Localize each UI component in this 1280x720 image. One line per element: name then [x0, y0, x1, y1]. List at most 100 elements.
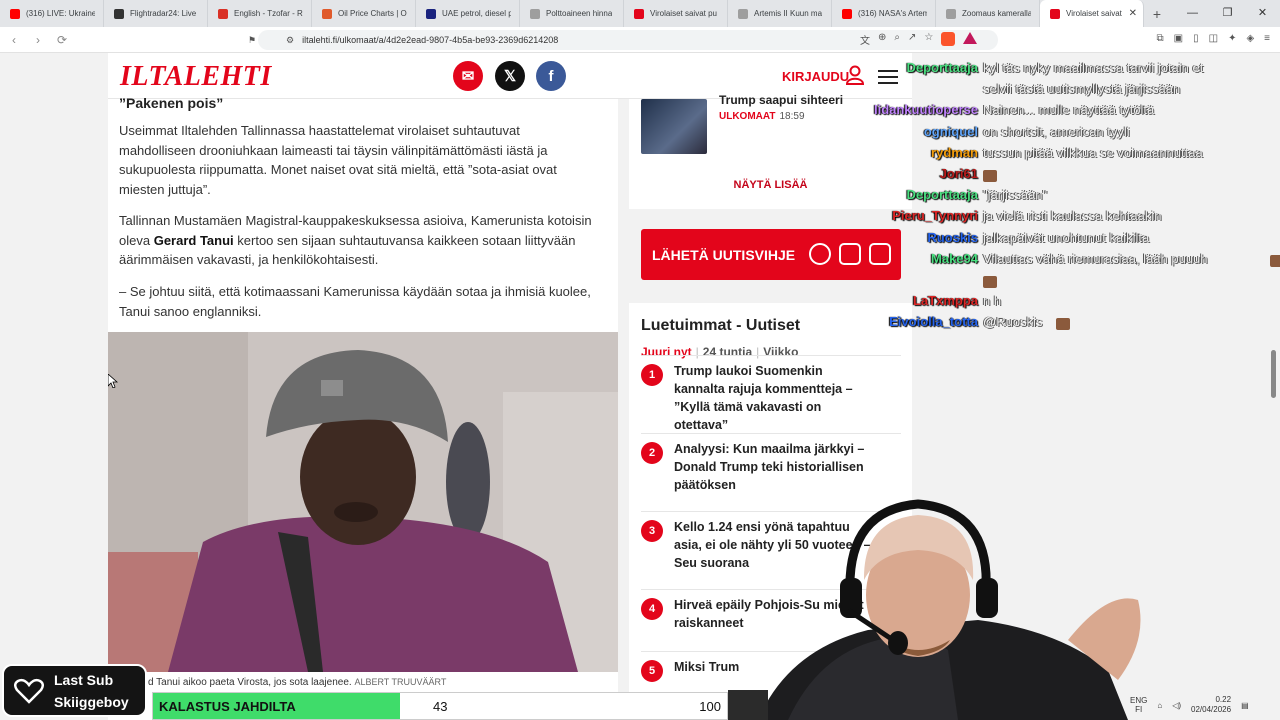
share-icon[interactable]: ↗ [908, 32, 916, 47]
reload-icon[interactable]: ⟳ [52, 33, 72, 47]
goal-max: 100 [699, 699, 721, 714]
email-share-icon[interactable]: ✉ [453, 61, 483, 91]
chat-username[interactable]: Deporttaaja [906, 60, 978, 75]
login-link[interactable]: KIRJAUDU [782, 69, 849, 84]
tab-title: Virolaiset saivat [1066, 9, 1122, 18]
site-logo[interactable]: ILTALEHTI [120, 61, 272, 93]
translate-icon[interactable]: 文 [860, 32, 870, 47]
url-text[interactable]: iltalehti.fi/ulkomaat/a/4d2e2ead-9807-4b… [302, 35, 558, 45]
forward-icon[interactable]: › [28, 33, 48, 47]
menu-icon[interactable]: ≡ [1264, 33, 1270, 44]
leo-icon[interactable]: ✦ [1228, 33, 1236, 44]
most-read-headline[interactable]: Trump laukoi Suomenkin kannalta rajuja k… [674, 362, 874, 434]
article-paragraph-quote: – Se johtuu siitä, että kotimaassani Kam… [119, 284, 591, 319]
browser-tab[interactable]: Oil Price Charts | Oil [312, 0, 416, 27]
minimize-icon[interactable]: — [1175, 0, 1210, 27]
tab-favicon-icon [634, 8, 644, 19]
chat-message: Ruoskis jalkapäivät unohtunut kaikilta [846, 230, 1280, 251]
site-info-icon[interactable]: ⚙ [286, 35, 294, 46]
browser-tab[interactable]: UAE petrol, diesel p [416, 0, 520, 27]
most-read-item[interactable]: 1 Trump laukoi Suomenkin kannalta rajuja … [641, 355, 901, 432]
browser-tab[interactable]: Flightradar24: Live F [104, 0, 208, 27]
wallet-icon[interactable]: ◫ [1209, 33, 1218, 44]
chat-username[interactable]: Eivoiolla_totta [889, 314, 978, 329]
tab-title: Zoomaus kameralla [962, 9, 1031, 18]
new-tab-icon[interactable]: + [1144, 6, 1170, 22]
chat-username[interactable]: Deporttaaja [906, 187, 978, 202]
url-actions: 文 ⊕ ⌕ ↗ ☆ [860, 32, 978, 47]
article-photo[interactable] [108, 332, 618, 672]
tab-favicon-icon [946, 8, 956, 19]
bookmark-icon[interactable]: ⚑ [248, 35, 256, 46]
chat-text: kyl täs nyky maailmassa tarvii jotain et [983, 60, 1204, 75]
back-icon[interactable]: ‹ [4, 33, 24, 47]
news-category[interactable]: ULKOMAAT 18:59 [719, 111, 805, 122]
facebook-share-icon[interactable]: f [536, 61, 566, 91]
category-label[interactable]: ULKOMAAT [719, 111, 775, 122]
close-window-icon[interactable]: ✕ [1245, 0, 1280, 27]
tab-title: UAE petrol, diesel p [442, 9, 511, 18]
browser-tab[interactable]: Polttoaineen hinna [520, 0, 624, 27]
tab-strip: (316) LIVE: Ukraine Flightradar24: Live F… [0, 0, 1280, 27]
chat-emote-icon [983, 170, 997, 182]
last-sub-name: Skiiggeboy [54, 694, 129, 710]
tab-title: Polttoaineen hinna [546, 9, 613, 18]
browser-tab[interactable]: Zoomaus kameralla [936, 0, 1040, 27]
photo-illustration [108, 332, 618, 672]
toolbar-icons: ⧉ ▣ ▯ ◫ ✦ ◈ ≡ [1157, 33, 1271, 44]
brave-shield-icon[interactable] [941, 32, 956, 46]
navigation-bar: ‹ › ⟳ ⚑ ⚙ iltalehti.fi/ulkomaat/a/4d2e2e… [0, 27, 1280, 53]
chat-username[interactable]: rydman [931, 145, 978, 160]
extensions-icon[interactable]: ⧉ [1157, 33, 1164, 44]
chat-message: Pieru_Tynnyri ja vielä risti kaulassa keh… [846, 208, 1280, 229]
chat-username[interactable]: LaTxmppa [913, 293, 978, 308]
chat-text: tussun pitää vilkkua se voimaannuttaa [983, 144, 1203, 160]
tab-favicon-icon [218, 8, 228, 19]
tab-title: Oil Price Charts | Oil [338, 9, 407, 18]
notification-icon[interactable]: ▤ [1241, 701, 1249, 710]
close-tab-icon[interactable]: ✕ [1129, 8, 1137, 19]
browser-tab[interactable]: Virolaiset saivat pu [624, 0, 728, 27]
search-icon[interactable]: ⌕ [894, 32, 900, 47]
chat-text: jalkapäivät unohtunut kaikilta [983, 229, 1150, 245]
news-thumbnail[interactable] [641, 99, 707, 154]
article-subheading: ”Pakenen pois” [119, 95, 224, 111]
chat-username[interactable]: Iidankuutioperse [874, 102, 978, 117]
chat-message: Eivoiolla_totta @Ruoskis [846, 314, 1280, 335]
news-title[interactable]: Trump saapui sihteeri [719, 93, 843, 107]
clock[interactable]: 0.22 02/04/2026 [1191, 695, 1231, 715]
chat-username[interactable]: ogniquel [924, 124, 978, 139]
zoom-icon[interactable]: ⊕ [878, 32, 886, 47]
browser-tab[interactable]: Virolaiset saivat ✕ [1040, 0, 1144, 27]
goal-label: KALASTUS JAHDILTA [159, 699, 296, 714]
chat-text: "järjissään" [983, 187, 1048, 203]
chat-text: ja vielä risti kaulassa kehtaakin [983, 208, 1162, 224]
goal-current: 43 [433, 699, 448, 714]
goal-progress-bar: KALASTUS JAHDILTA 43 100 [152, 692, 728, 720]
chat-username[interactable]: Jori61 [940, 166, 978, 181]
most-read-title: Luetuimmat - Uutiset [641, 317, 801, 334]
browser-tab[interactable]: English - Tzofar - Re [208, 0, 312, 27]
volume-icon[interactable]: ◁) [1172, 701, 1181, 710]
media-icon[interactable]: ▣ [1174, 33, 1183, 44]
most-read-item[interactable]: 2 Analyysi: Kun maailma järkkyi – Donald … [641, 433, 901, 492]
chat-username[interactable]: Make94 [931, 251, 978, 266]
chat-message: Deporttaaja kyl täs nyky maailmassa tarvi… [846, 60, 1280, 81]
browser-tab[interactable]: Artemis II Kuun ma [728, 0, 832, 27]
tab-title: Flightradar24: Live F [130, 9, 199, 18]
chat-username[interactable]: Ruoskis [927, 230, 978, 245]
language-indicator[interactable]: ENG FI [1130, 696, 1147, 714]
x-share-icon[interactable]: 𝕏 [495, 61, 525, 91]
webcam-illustration [728, 499, 1141, 720]
browser-tab[interactable]: (316) NASA's Artem [832, 0, 936, 27]
brave-rewards-icon[interactable] [963, 32, 978, 44]
scrollbar-thumb[interactable] [1271, 350, 1276, 398]
sidebar-icon[interactable]: ▯ [1193, 33, 1199, 44]
chat-username[interactable]: Pieru_Tynnyri [892, 208, 978, 223]
maximize-icon[interactable]: ❐ [1210, 0, 1245, 27]
vpn-icon[interactable]: ◈ [1246, 33, 1254, 44]
browser-tab[interactable]: (316) LIVE: Ukraine [0, 0, 104, 27]
chat-text: Nainen... mulle näyttää tytöltä [983, 102, 1155, 118]
network-icon[interactable]: ⌂ [1157, 701, 1162, 710]
star-icon[interactable]: ☆ [924, 32, 933, 47]
